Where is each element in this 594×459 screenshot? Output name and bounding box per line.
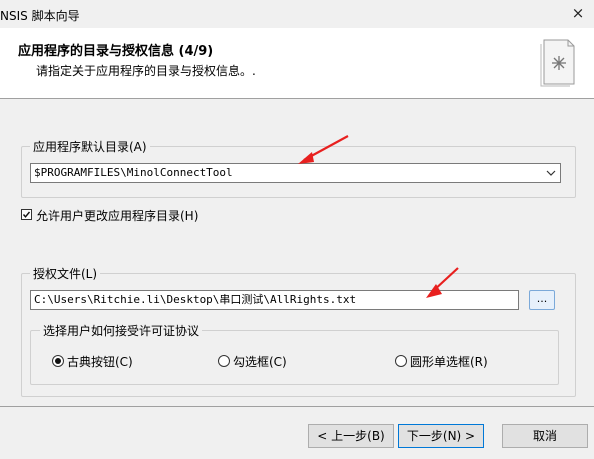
- accept-mode-label: 选择用户如何接受许可证协议: [40, 322, 203, 339]
- header-divider: [0, 98, 594, 99]
- back-button[interactable]: < 上一步(B): [308, 424, 394, 448]
- page-title: 应用程序的目录与授权信息 (4/9): [18, 44, 214, 59]
- allow-change-checkbox[interactable]: [21, 209, 32, 220]
- close-icon[interactable]: ×: [566, 3, 590, 23]
- checkbox-checked-icon: [22, 211, 31, 218]
- dropdown-arrow-icon[interactable]: [546, 169, 556, 177]
- default-dir-value: $PROGRAMFILES\MinolConnectTool: [34, 166, 233, 179]
- radio-checkbox[interactable]: [218, 355, 230, 367]
- radio-radio-label[interactable]: 圆形单选框(R): [410, 353, 488, 370]
- footer-divider: [0, 406, 594, 407]
- wizard-page-icon: [540, 39, 575, 87]
- radio-classic-button[interactable]: [52, 355, 64, 367]
- allow-change-label[interactable]: 允许用户更改应用程序目录(H): [36, 207, 198, 224]
- page-subtitle: 请指定关于应用程序的目录与授权信息。.: [36, 64, 256, 78]
- window-title: NSIS 脚本向导: [0, 9, 80, 23]
- radio-selected-dot: [55, 358, 61, 364]
- license-file-input[interactable]: C:\Users\Ritchie.li\Desktop\串口测试\AllRigh…: [30, 290, 519, 310]
- cancel-button[interactable]: 取消: [502, 424, 588, 448]
- license-label: 授权文件(L): [30, 265, 101, 282]
- radio-checkbox-label[interactable]: 勾选框(C): [233, 353, 287, 370]
- license-file-value: C:\Users\Ritchie.li\Desktop\串口测试\AllRigh…: [34, 293, 357, 306]
- default-dir-label: 应用程序默认目录(A): [30, 138, 150, 155]
- browse-button[interactable]: ...: [529, 290, 555, 310]
- next-button[interactable]: 下一步(N) >: [398, 424, 484, 448]
- default-dir-combobox[interactable]: $PROGRAMFILES\MinolConnectTool: [30, 163, 561, 183]
- radio-radio-button[interactable]: [395, 355, 407, 367]
- radio-classic-label[interactable]: 古典按钮(C): [67, 353, 133, 370]
